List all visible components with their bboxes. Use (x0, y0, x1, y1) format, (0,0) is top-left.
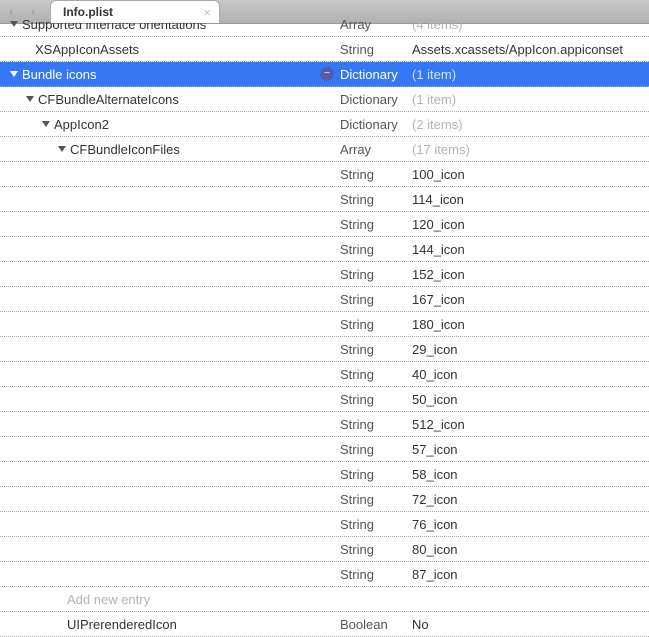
chevron-down-icon[interactable] (58, 146, 66, 152)
table-row[interactable]: AppIcon2 Dictionary(2 items) (0, 112, 649, 137)
cell-type[interactable]: String (340, 192, 412, 207)
table-row[interactable]: String167_icon (0, 287, 649, 312)
cell-type[interactable]: String (340, 342, 412, 357)
table-row[interactable]: CFBundleIconFiles Array(17 items) (0, 137, 649, 162)
cell-value[interactable]: (1 item) (412, 67, 649, 82)
table-row[interactable]: String87_icon (0, 562, 649, 587)
chevron-down-icon[interactable] (26, 96, 34, 102)
cell-value[interactable]: 57_icon (412, 442, 649, 457)
cell-key[interactable]: XSAppIconAssets (0, 42, 340, 57)
table-row[interactable]: String114_icon (0, 187, 649, 212)
key-text: CFBundleIconFiles (70, 142, 180, 157)
table-row[interactable]: Add new entry (0, 587, 649, 612)
cell-value[interactable]: 114_icon (412, 192, 649, 207)
table-row[interactable]: String120_icon (0, 212, 649, 237)
cell-key[interactable]: CFBundleAlternateIcons (0, 92, 340, 107)
table-row[interactable]: CFBundleAlternateIcons Dictionary(1 item) (0, 87, 649, 112)
cell-value[interactable]: 80_icon (412, 542, 649, 557)
cell-value[interactable]: 76_icon (412, 517, 649, 532)
plist-table: Supported interface orientationsArray(4 … (0, 12, 649, 637)
table-row[interactable]: String50_icon (0, 387, 649, 412)
cell-value[interactable]: 144_icon (412, 242, 649, 257)
key-text: CFBundleAlternateIcons (38, 92, 179, 107)
cell-type[interactable]: String (340, 417, 412, 432)
table-row[interactable]: String512_icon (0, 412, 649, 437)
cell-type[interactable]: String (340, 567, 412, 582)
close-icon[interactable]: × (203, 5, 211, 20)
cell-type[interactable]: Dictionary (340, 92, 412, 107)
cell-value[interactable]: (17 items) (412, 142, 649, 157)
table-row[interactable]: String57_icon (0, 437, 649, 462)
table-row[interactable]: String144_icon (0, 237, 649, 262)
cell-type[interactable]: Array (340, 142, 412, 157)
cell-type[interactable]: Boolean (340, 617, 412, 632)
cell-value[interactable]: 100_icon (412, 167, 649, 182)
cell-type[interactable]: String (340, 542, 412, 557)
cell-key[interactable]: UIPrerenderedIcon (0, 617, 340, 632)
cell-value[interactable]: (4 items) (412, 17, 649, 32)
table-row[interactable]: Bundle icons −Dictionary(1 item) (0, 62, 649, 87)
cell-key[interactable]: Add new entry (0, 592, 340, 607)
chevron-down-icon[interactable] (10, 21, 18, 27)
cell-value[interactable]: (2 items) (412, 117, 649, 132)
cell-value[interactable]: 120_icon (412, 217, 649, 232)
cell-value[interactable]: 40_icon (412, 367, 649, 382)
cell-value[interactable]: 152_icon (412, 267, 649, 282)
cell-value[interactable]: 180_icon (412, 317, 649, 332)
cell-type[interactable]: String (340, 392, 412, 407)
chevron-down-icon[interactable] (42, 121, 50, 127)
cell-type[interactable]: String (340, 492, 412, 507)
cell-type[interactable]: String (340, 292, 412, 307)
key-text: XSAppIconAssets (35, 42, 139, 57)
placeholder-text: Add new entry (67, 592, 150, 607)
cell-value[interactable]: (1 item) (412, 92, 649, 107)
remove-icon[interactable]: − (320, 67, 334, 81)
cell-value[interactable]: 512_icon (412, 417, 649, 432)
cell-value[interactable]: 87_icon (412, 567, 649, 582)
cell-type[interactable]: String (340, 242, 412, 257)
cell-type[interactable]: Array (340, 17, 412, 32)
cell-type[interactable]: String (340, 442, 412, 457)
table-row[interactable]: String180_icon (0, 312, 649, 337)
cell-value[interactable]: 58_icon (412, 467, 649, 482)
cell-value[interactable]: 50_icon (412, 392, 649, 407)
cell-type[interactable]: Dictionary (340, 117, 412, 132)
cell-value[interactable]: No (412, 617, 649, 632)
key-text: AppIcon2 (54, 117, 109, 132)
cell-value[interactable]: 167_icon (412, 292, 649, 307)
table-row[interactable]: String29_icon (0, 337, 649, 362)
cell-type[interactable]: String (340, 42, 412, 57)
cell-type[interactable]: String (340, 317, 412, 332)
cell-value[interactable]: Assets.xcassets/AppIcon.appiconset (412, 42, 649, 57)
table-row[interactable]: String80_icon (0, 537, 649, 562)
cell-value[interactable]: 72_icon (412, 492, 649, 507)
cell-value[interactable]: 29_icon (412, 342, 649, 357)
cell-type[interactable]: String (340, 367, 412, 382)
tab-title: Info.plist (63, 5, 113, 19)
table-row[interactable]: XSAppIconAssets StringAssets.xcassets/App… (0, 37, 649, 62)
table-row[interactable]: String76_icon (0, 512, 649, 537)
cell-type[interactable]: String (340, 167, 412, 182)
cell-key[interactable]: CFBundleIconFiles (0, 142, 340, 157)
cell-type[interactable]: String (340, 517, 412, 532)
cell-key[interactable]: AppIcon2 (0, 117, 340, 132)
chevron-down-icon[interactable] (10, 71, 18, 77)
cell-type[interactable]: String (340, 267, 412, 282)
cell-type[interactable]: String (340, 467, 412, 482)
table-row[interactable]: String72_icon (0, 487, 649, 512)
table-row[interactable]: String152_icon (0, 262, 649, 287)
cell-key[interactable]: Bundle icons − (0, 67, 340, 82)
cell-type[interactable]: Dictionary (340, 67, 412, 82)
table-row[interactable]: String100_icon (0, 162, 649, 187)
tab-info-plist[interactable]: Info.plist × (50, 0, 220, 23)
key-text: UIPrerenderedIcon (67, 617, 177, 632)
table-row[interactable]: String58_icon (0, 462, 649, 487)
cell-type[interactable]: String (340, 217, 412, 232)
table-row[interactable]: String40_icon (0, 362, 649, 387)
key-text: Bundle icons (22, 67, 96, 82)
